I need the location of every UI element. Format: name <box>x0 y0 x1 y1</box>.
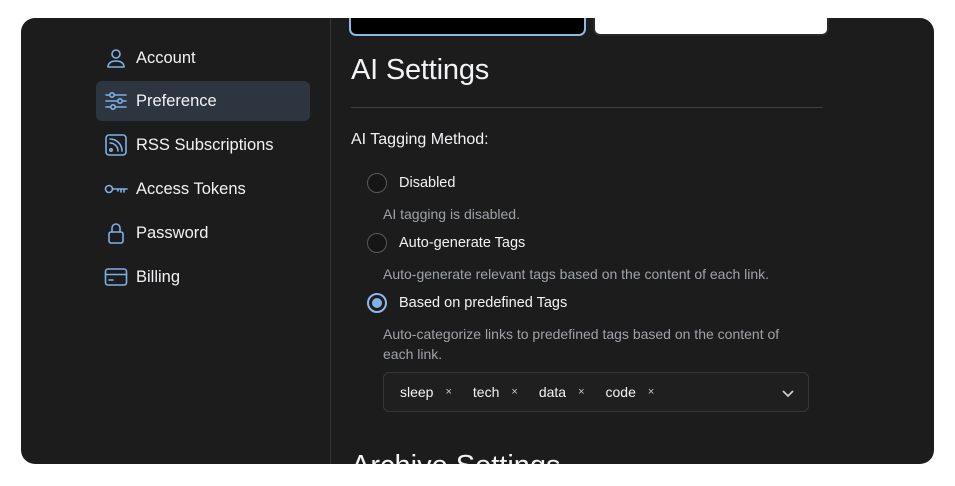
tag-label: code <box>605 384 636 400</box>
section-divider <box>351 107 823 108</box>
settings-content: AI Settings AI Tagging Method: Disabled … <box>331 18 934 464</box>
dark-theme-option[interactable] <box>349 18 586 36</box>
radio-description: AI tagging is disabled. <box>383 206 520 222</box>
ai-settings-title: AI Settings <box>351 54 490 86</box>
radio-label: Auto-generate Tags <box>399 235 526 251</box>
settings-sidebar: Account Preference RSS Subscriptions Acc… <box>21 18 331 464</box>
sidebar-item-label: Access Tokens <box>136 179 246 198</box>
key-icon <box>103 176 129 202</box>
tag-chip: sleep × <box>400 384 452 400</box>
remove-tag-icon[interactable]: × <box>648 386 654 398</box>
radio-label: Disabled <box>399 175 456 191</box>
sidebar-item-label: Account <box>136 48 196 67</box>
radio-option-disabled[interactable]: Disabled <box>367 173 455 193</box>
tag-chip: data × <box>539 384 585 400</box>
tag-chip: code × <box>606 384 655 400</box>
predefined-tags-select[interactable]: sleep × tech × data × code × <box>383 372 809 412</box>
radio-button[interactable] <box>367 173 387 193</box>
radio-option-predefined[interactable]: Based on predefined Tags <box>367 293 567 313</box>
sidebar-item-label: Billing <box>136 267 181 286</box>
tag-chip: tech × <box>473 384 518 400</box>
archive-settings-title: Archive Settings <box>351 450 561 464</box>
sliders-icon <box>103 88 129 114</box>
sidebar-item-account[interactable]: Account <box>96 38 310 78</box>
radio-button[interactable] <box>367 233 387 253</box>
light-theme-option[interactable] <box>593 18 829 36</box>
remove-tag-icon[interactable]: × <box>578 386 584 398</box>
sidebar-item-access-tokens[interactable]: Access Tokens <box>96 169 310 209</box>
remove-tag-icon[interactable]: × <box>511 386 517 398</box>
settings-window: Account Preference RSS Subscriptions Acc… <box>21 18 934 464</box>
sidebar-item-preference[interactable]: Preference <box>96 81 310 121</box>
chevron-down-icon[interactable] <box>780 385 796 401</box>
sidebar-item-label: Preference <box>136 91 217 110</box>
radio-description: Auto-categorize links to predefined tags… <box>383 326 780 362</box>
radio-description: Auto-generate relevant tags based on the… <box>383 266 770 282</box>
sidebar-item-password[interactable]: Password <box>96 213 310 253</box>
user-icon <box>103 45 129 71</box>
radio-button-checked[interactable] <box>367 293 387 313</box>
credit-card-icon <box>103 264 129 290</box>
sidebar-item-label: Password <box>136 223 209 242</box>
rss-icon <box>103 132 129 158</box>
sidebar-item-label: RSS Subscriptions <box>136 135 274 154</box>
sidebar-item-rss-subscriptions[interactable]: RSS Subscriptions <box>96 125 310 165</box>
tag-label: data <box>538 384 567 400</box>
tag-label: sleep <box>400 384 434 400</box>
sidebar-item-billing[interactable]: Billing <box>96 257 310 297</box>
remove-tag-icon[interactable]: × <box>445 386 451 398</box>
ai-tagging-method-label: AI Tagging Method: <box>351 131 489 148</box>
tag-label: tech <box>472 384 500 400</box>
radio-label: Based on predefined Tags <box>399 295 568 311</box>
radio-option-auto-generate[interactable]: Auto-generate Tags <box>367 233 525 253</box>
lock-icon <box>103 220 129 246</box>
